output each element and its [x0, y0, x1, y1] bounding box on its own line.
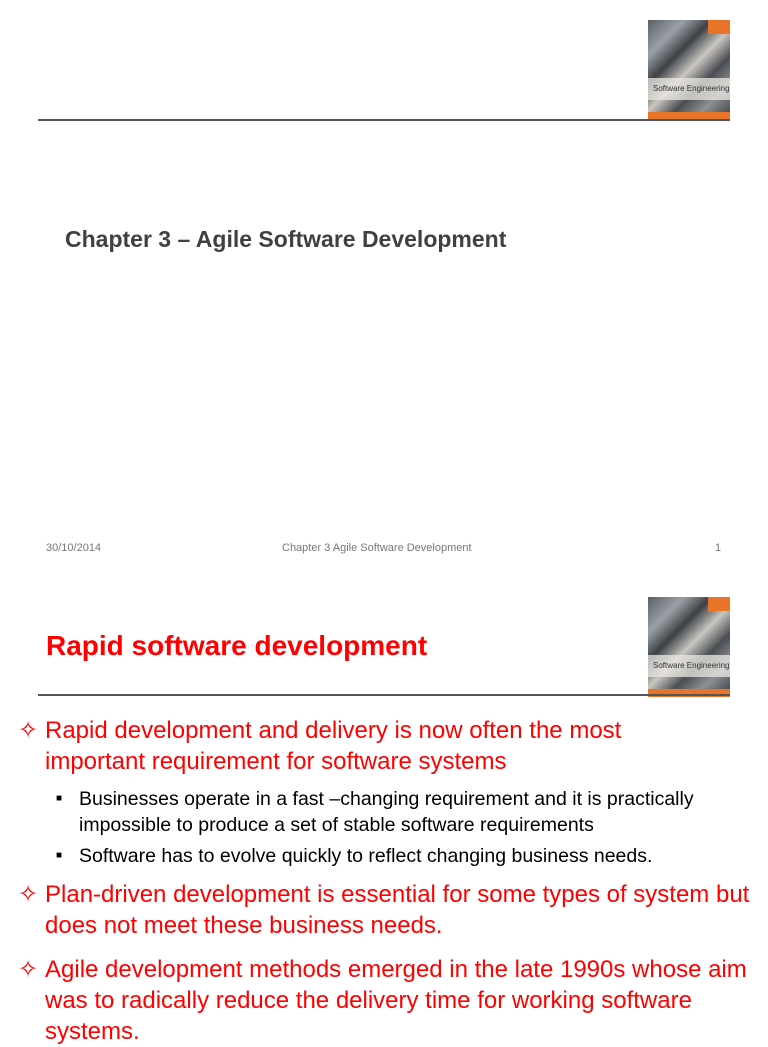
sub-bullet-icon: ■ [56, 850, 63, 861]
slide-title: Chapter 3 – Agile Software Development [65, 226, 507, 252]
book-cover-image: Software Engineering [648, 597, 730, 697]
header-divider [38, 119, 730, 121]
footer-title: Chapter 3 Agile Software Development [282, 542, 472, 554]
bullet-text: Agile development methods emerged in the… [45, 956, 747, 1045]
slide-title: Rapid software development [46, 630, 428, 661]
header-divider [38, 694, 730, 696]
footer-page-number: 1 [715, 542, 722, 554]
bullet-text: Rapid development and delivery is now of… [45, 717, 622, 775]
book-cover-title: Software Engineering [653, 661, 730, 670]
sub-bullet-icon: ■ [56, 793, 63, 804]
sub-bullet-text: Businesses operate in a fast –changing r… [79, 788, 694, 836]
bullet-icon: ✧ [18, 881, 39, 908]
sub-bullet-text: Software has to evolve quickly to reflec… [79, 845, 653, 867]
bullet-icon: ✧ [18, 956, 39, 983]
book-cover-title: Software Engineering [653, 84, 730, 93]
bullet-icon: ✧ [18, 717, 39, 744]
book-cover-image: Software Engineering [648, 20, 730, 120]
bullet-text: Plan-driven development is essential for… [45, 881, 750, 939]
footer-date: 30/10/2014 [46, 542, 102, 554]
